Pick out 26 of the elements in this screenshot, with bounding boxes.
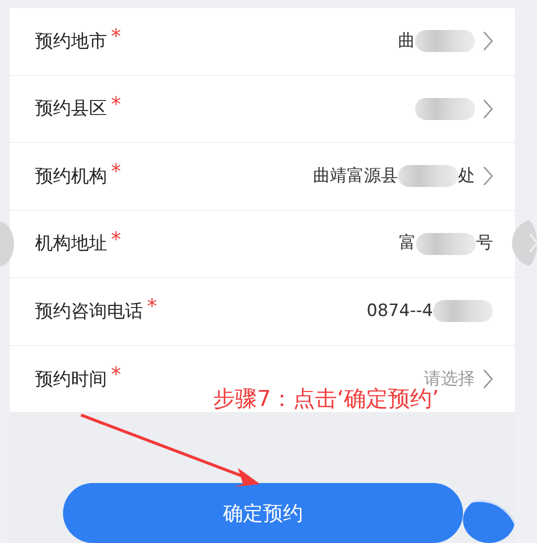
redaction-blur [398, 165, 458, 188]
required-mark: * [111, 158, 121, 186]
field-value: 曲 [398, 30, 415, 52]
side-nav-button[interactable] [511, 218, 537, 268]
field-label: 预约时间 [35, 368, 107, 392]
annotation-text: 步骤7：点击‘确定预约’ [213, 386, 439, 414]
required-mark: * [111, 361, 121, 388]
field-value: 号 [476, 232, 493, 255]
floating-button[interactable] [463, 497, 515, 543]
redaction-blur [415, 30, 475, 52]
field-label: 预约咨询电话 [35, 300, 143, 324]
field-label: 机构地址 [35, 232, 107, 256]
required-mark: * [111, 23, 121, 50]
field-label: 预约县区 [35, 97, 107, 122]
field-label: 预约机构 [35, 164, 107, 189]
field-value: 曲靖富源县 [313, 164, 398, 188]
redaction-blur [416, 232, 476, 255]
redaction-blur [415, 98, 475, 120]
required-mark: * [147, 293, 157, 320]
redaction-blur [433, 300, 493, 322]
required-mark: * [111, 226, 121, 253]
field-value: 处 [458, 164, 475, 188]
field-value: 0874--4 [366, 300, 433, 322]
field-value: 富 [399, 232, 416, 255]
field-label: 预约地市 [35, 30, 107, 54]
required-mark: * [111, 90, 121, 118]
